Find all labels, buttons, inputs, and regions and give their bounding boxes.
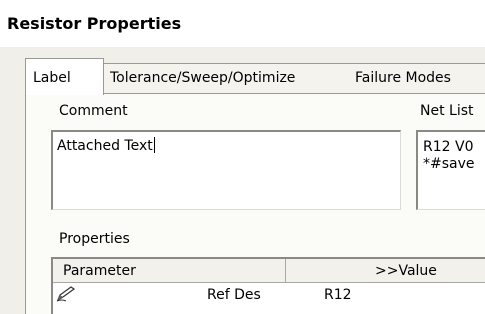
table-row[interactable]: Ref Des R12 [53,283,485,307]
comment-label: Comment [59,103,128,119]
title-bar[interactable]: Resistor Properties [0,0,485,47]
text-caret [153,137,155,153]
value-cell[interactable]: R12 [324,283,352,307]
tab-label[interactable]: Label [25,58,104,95]
netlist-line: R12 V0 [423,139,474,155]
column-header-value[interactable]: >>Value [286,259,485,283]
parameter-cell: Ref Des [207,287,261,303]
grid-header: Parameter >>Value [53,259,485,283]
dialog-title: Resistor Properties [7,14,182,33]
netlist-line: *#save [423,156,475,172]
netlist-label: Net List [420,103,474,119]
netlist-textbox[interactable]: R12 V0 *#save [416,130,485,210]
tab-tolerance-sweep-optimize[interactable]: Tolerance/Sweep/Optimize [103,63,349,94]
comment-textbox[interactable]: Attached Text [51,130,401,210]
tab-failure-modes[interactable]: Failure Modes [348,63,485,94]
properties-grid[interactable]: Parameter >>Value Ref Des R12 [51,257,485,314]
column-header-parameter[interactable]: Parameter [53,259,286,283]
properties-label: Properties [59,231,130,247]
pencil-icon[interactable] [56,285,78,311]
resistor-properties-dialog: Resistor Properties Label Tolerance/Swee… [0,0,485,314]
comment-text: Attached Text [57,138,153,154]
